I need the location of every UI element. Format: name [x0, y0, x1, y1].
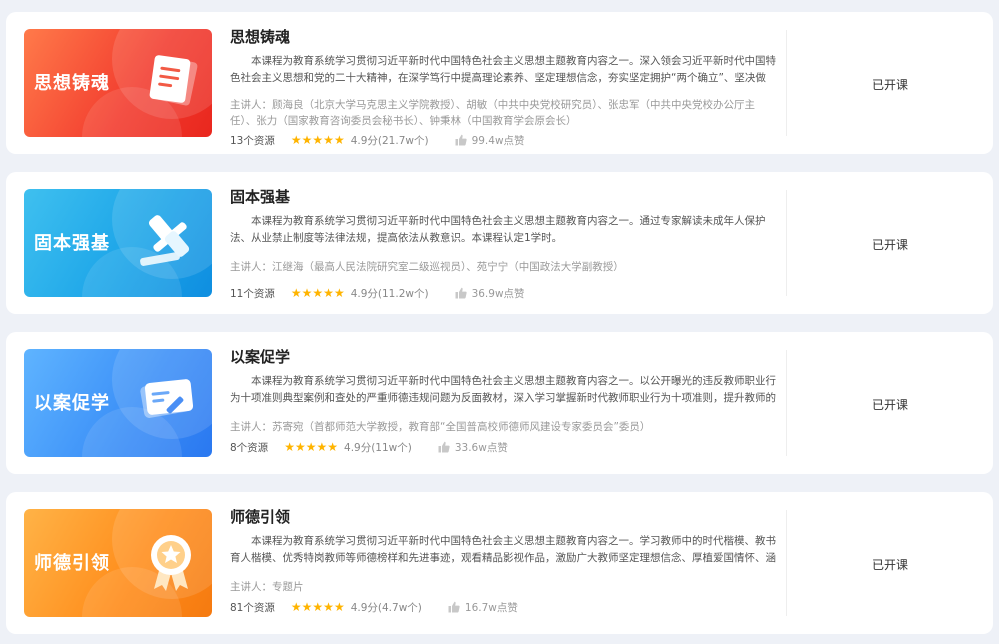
divider [786, 510, 787, 616]
like-text: 33.6w点赞 [454, 441, 508, 454]
star-icon: ★ [333, 286, 345, 300]
star-icon: ★ [323, 600, 334, 614]
rating-score: 4.9分(11.2w个) [350, 287, 429, 300]
course-card[interactable]: 固本强基 固本强基 本课程为教育系统学习贯彻习近平新时代中国特色社会主义思想主题… [6, 172, 993, 314]
course-description: 本课程为教育系统学习贯彻习近平新时代中国特色社会主义思想主题教育内容之一。学习教… [230, 535, 776, 564]
course-cover[interactable]: 师德引领 [24, 509, 212, 617]
cover-title: 固本强基 [34, 233, 110, 254]
course-meta: 11个资源 ★ ★ ★ ★ ★ 4.9分(11.2w个) 36.9w点赞 [230, 285, 778, 301]
rating-stars: ★ ★ ★ ★ ★ [284, 441, 338, 453]
like-count: 99.4w点赞 [455, 133, 525, 148]
like-text: 36.9w点赞 [471, 287, 525, 300]
course-meta: 13个资源 ★ ★ ★ ★ ★ 4.9分(21.7w个) 99.4w点赞 [230, 132, 778, 148]
course-title[interactable]: 师德引领 [230, 506, 778, 528]
star-icon: ★ [312, 286, 324, 300]
course-card[interactable]: 思想铸魂 思想铸魂 本课程为教育系统学习贯彻习近平新时代中国特色社会主义思想主题… [6, 12, 993, 154]
star-icon: ★ [316, 440, 328, 454]
star-icon: ★ [312, 600, 324, 614]
course-info: 思想铸魂 本课程为教育系统学习贯彻习近平新时代中国特色社会主义思想主题教育内容之… [230, 26, 778, 148]
cover-title: 思想铸魂 [34, 73, 110, 94]
course-status: 已开课 [872, 238, 909, 252]
gavel-icon [140, 215, 190, 266]
star-icon: ★ [312, 133, 324, 147]
star-icon: ★ [333, 600, 345, 614]
course-cover[interactable]: 固本强基 [24, 189, 212, 297]
star-icon: ★ [301, 286, 313, 300]
course-cover[interactable]: 思想铸魂 [24, 29, 212, 137]
course-status: 已开课 [872, 398, 909, 412]
thumbs-up-icon [455, 287, 467, 299]
star-icon: ★ [333, 133, 345, 147]
like-text: 99.4w点赞 [471, 134, 525, 147]
star-icon: ★ [284, 440, 295, 454]
resource-count: 8个资源 [230, 441, 269, 454]
star-icon: ★ [290, 286, 302, 300]
resource-count: 11个资源 [230, 287, 275, 300]
star-icon: ★ [323, 286, 334, 300]
divider [786, 350, 787, 456]
course-description: 本课程为教育系统学习贯彻习近平新时代中国特色社会主义思想主题教育内容之一。深入领… [230, 55, 776, 84]
course-description: 本课程为教育系统学习贯彻习近平新时代中国特色社会主义思想主题教育内容之一。以公开… [230, 375, 776, 404]
rating-stars: ★ ★ ★ ★ ★ [291, 134, 345, 146]
like-count: 16.7w点赞 [448, 600, 518, 615]
star-icon: ★ [290, 133, 302, 147]
course-info: 固本强基 本课程为教育系统学习贯彻习近平新时代中国特色社会主义思想主题教育内容之… [230, 186, 778, 301]
like-text: 16.7w点赞 [464, 601, 518, 614]
course-card[interactable]: 以案促学 以案促学 本课程为教育系统学习贯彻习近平新时代中国特色社会主义思想主题… [6, 332, 993, 474]
course-lecturer: 主讲人：顾海良（北京大学马克思主义学院教授）、胡敏（中共中央党校研究员）、张忠军… [230, 99, 755, 127]
star-icon: ★ [290, 600, 302, 614]
star-icon: ★ [294, 440, 306, 454]
course-info: 以案促学 本课程为教育系统学习贯彻习近平新时代中国特色社会主义思想主题教育内容之… [230, 346, 778, 455]
resource-count: 13个资源 [230, 134, 275, 147]
course-title[interactable]: 思想铸魂 [230, 26, 778, 48]
course-description: 本课程为教育系统学习贯彻习近平新时代中国特色社会主义思想主题教育内容之一。通过专… [230, 215, 766, 244]
divider [786, 190, 787, 296]
course-info: 师德引领 本课程为教育系统学习贯彻习近平新时代中国特色社会主义思想主题教育内容之… [230, 506, 778, 615]
star-icon: ★ [305, 440, 317, 454]
star-icon: ★ [327, 440, 339, 454]
divider [786, 30, 787, 136]
document-icon [149, 55, 198, 106]
rating-stars: ★ ★ ★ ★ ★ [291, 601, 345, 613]
rating-score: 4.9分(4.7w个) [350, 601, 422, 614]
course-lecturer: 主讲人：江继海（最高人民法院研究室二级巡视员）、苑宁宁（中国政法大学副教授） [230, 261, 624, 273]
course-cover[interactable]: 以案促学 [24, 349, 212, 457]
course-title[interactable]: 以案促学 [230, 346, 778, 368]
course-title[interactable]: 固本强基 [230, 186, 778, 208]
star-icon: ★ [301, 600, 313, 614]
cover-title: 师德引领 [34, 553, 110, 574]
thumbs-up-icon [455, 134, 467, 146]
star-icon: ★ [301, 133, 313, 147]
course-meta: 81个资源 ★ ★ ★ ★ ★ 4.9分(4.7w个) 16.7w点赞 [230, 599, 778, 615]
course-status: 已开课 [872, 558, 909, 572]
cover-title: 以案促学 [34, 393, 110, 414]
rating-score: 4.9分(21.7w个) [350, 134, 429, 147]
course-lecturer: 主讲人：苏寄宛（首都师范大学教授，教育部“全国普高校师德师风建设专家委员会”委员… [230, 421, 651, 433]
thumbs-up-icon [448, 601, 460, 613]
rating-score: 4.9分(11w个) [344, 441, 412, 454]
rating-stars: ★ ★ ★ ★ ★ [291, 287, 345, 299]
course-lecturer: 主讲人：专题片 [230, 581, 304, 593]
thumbs-up-icon [438, 441, 450, 453]
course-status: 已开课 [872, 78, 909, 92]
edit-card-icon [140, 379, 194, 418]
like-count: 33.6w点赞 [438, 440, 508, 455]
resource-count: 81个资源 [230, 601, 275, 614]
course-meta: 8个资源 ★ ★ ★ ★ ★ 4.9分(11w个) 33.6w点赞 [230, 439, 778, 455]
star-icon: ★ [323, 133, 334, 147]
medal-icon [151, 535, 191, 591]
like-count: 36.9w点赞 [455, 286, 525, 301]
course-card[interactable]: 师德引领 师德引领 本课程为教育系统学习贯彻习近平新时代中国特色社会主义思想主题… [6, 492, 993, 634]
